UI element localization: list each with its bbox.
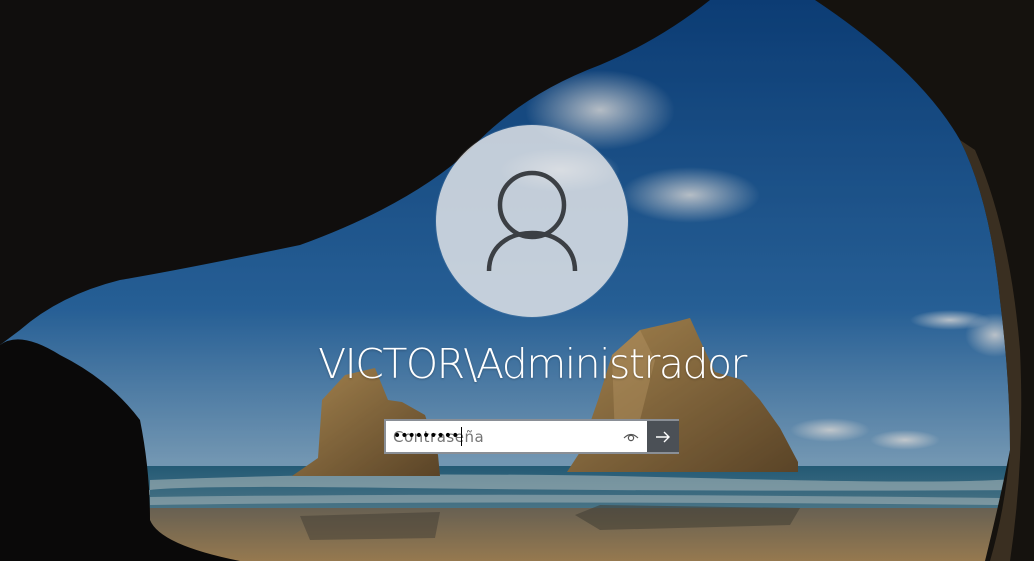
submit-button[interactable] [647,421,679,452]
user-avatar [436,125,628,317]
password-input[interactable] [386,421,613,452]
arrow-right-icon [656,431,670,443]
lock-screen: VICTOR\Administrador ••••••••• [0,0,1034,561]
password-box: ••••••••• [384,419,679,454]
eye-icon[interactable] [622,428,640,446]
user-silhouette-icon [486,170,578,272]
account-username: VICTOR\Administrador [318,340,747,388]
